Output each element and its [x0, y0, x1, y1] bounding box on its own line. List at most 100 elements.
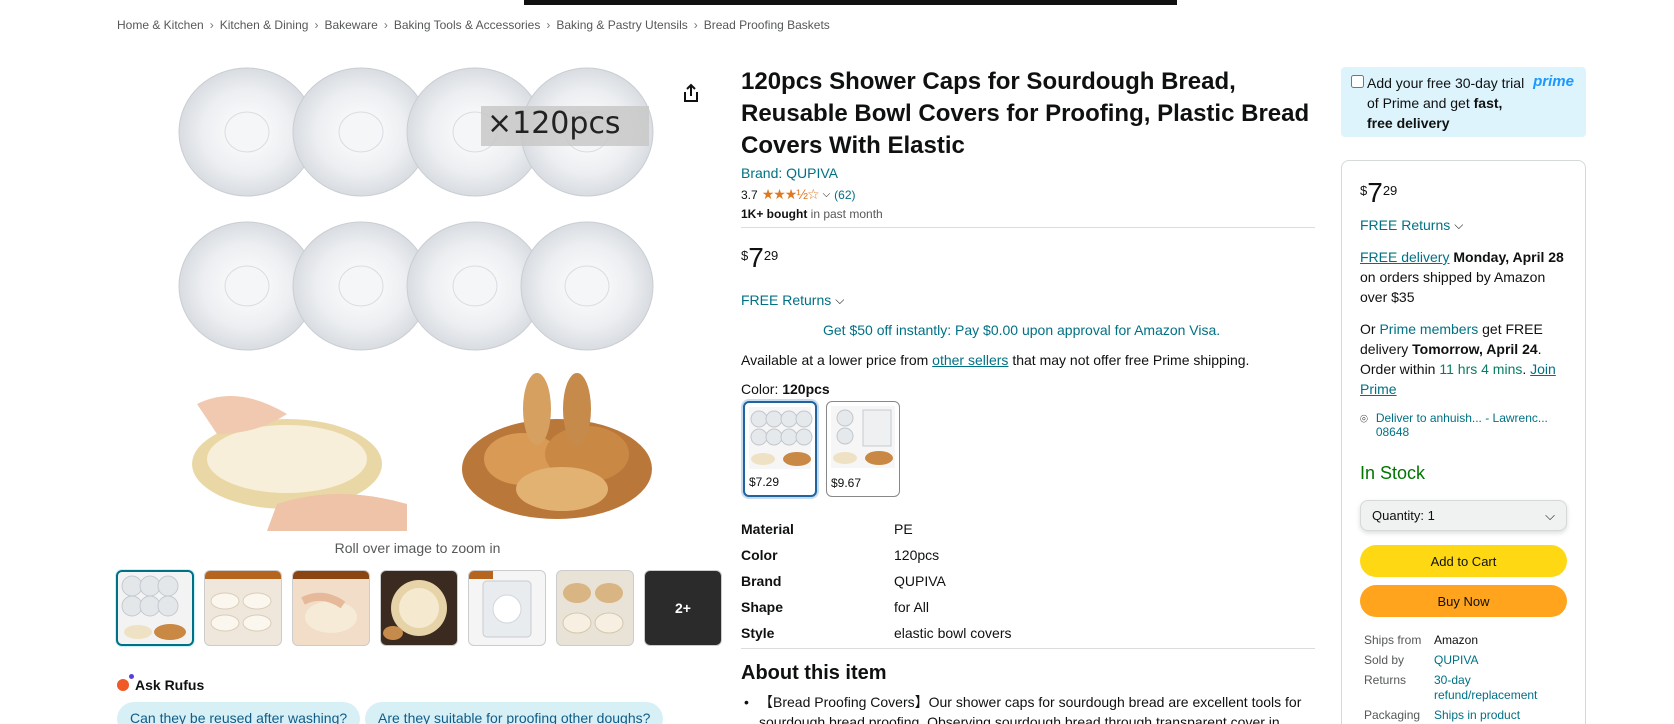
price-whole: 7 — [1367, 177, 1383, 208]
rating-value: 3.7 — [741, 187, 758, 202]
add-to-cart-button[interactable]: Add to Cart — [1360, 545, 1567, 577]
prime-members-link[interactable]: Prime members — [1379, 321, 1478, 337]
spec-row: Brand QUPIVA — [741, 568, 1012, 594]
prime-trial-checkbox[interactable] — [1351, 75, 1364, 88]
breadcrumb-separator: › — [693, 18, 698, 32]
color-swatch-alt[interactable]: $9.67 — [826, 401, 900, 497]
share-icon[interactable] — [680, 82, 702, 104]
seller-info-key: Sold by — [1364, 653, 1405, 667]
order-countdown: 11 hrs 4 mins — [1439, 361, 1523, 377]
free-returns-link[interactable]: FREE Returns ⌵ — [741, 292, 844, 308]
breadcrumb: Home & Kitchen › Kitchen & Dining › Bake… — [117, 18, 830, 32]
thumbnail[interactable] — [380, 570, 458, 646]
buybox-price: $ 7 29 — [1360, 179, 1397, 207]
breadcrumb-baking-tools[interactable]: Baking Tools & Accessories — [394, 18, 541, 32]
price-fraction: 29 — [1382, 183, 1398, 198]
rufus-icon — [117, 674, 134, 691]
spec-row: Style elastic bowl covers — [741, 620, 1012, 646]
ask-rufus[interactable]: Ask Rufus — [117, 674, 204, 693]
color-swatch-120pcs[interactable]: $7.29 — [743, 401, 817, 497]
other-sellers-link[interactable]: other sellers — [932, 352, 1008, 368]
breadcrumb-bakeware[interactable]: Bakeware — [324, 18, 377, 32]
free-delivery-link[interactable]: FREE delivery — [1360, 249, 1449, 265]
breadcrumb-separator: › — [546, 18, 551, 32]
location-pin-icon: ⌾ — [1360, 411, 1368, 426]
seller-info-table: Ships from Amazon Sold by QUPIVA Returns 30… — [1364, 633, 1554, 724]
quantity-badge: ×120pcs — [487, 106, 621, 141]
prime-trial-box: Add your free 30-day trial of Prime and … — [1341, 67, 1586, 137]
thumbnail-strip: 2+ — [116, 570, 722, 646]
breadcrumb-separator: › — [383, 18, 388, 32]
deliver-to-link[interactable]: ⌾ Deliver to anhuish... - Lawrenc... 086… — [1360, 411, 1575, 439]
swatch-image — [749, 407, 813, 469]
packaging-link[interactable]: Ships in product — [1434, 708, 1554, 723]
seller-link[interactable]: QUPIVA — [1434, 653, 1554, 668]
swatch-price: $9.67 — [831, 476, 862, 490]
prime-trial-text: Add your free 30-day trial of Prime and … — [1367, 73, 1527, 133]
bought-bold: 1K+ bought — [741, 207, 808, 221]
spec-value: PE — [894, 521, 913, 537]
chevron-down-icon: ⌵ — [1454, 217, 1464, 232]
divider — [741, 648, 1315, 649]
spec-key: Color — [741, 547, 778, 563]
breadcrumb-proofing-baskets[interactable]: Bread Proofing Baskets — [704, 18, 830, 32]
product-specs: Material PE Color 120pcs Brand QUPIVA Shape… — [741, 516, 1012, 646]
lower-price-notice: Available at a lower price from other se… — [741, 352, 1249, 368]
bought-rest: in past month — [807, 207, 883, 221]
thumbnail[interactable] — [204, 570, 282, 646]
breadcrumb-home-kitchen[interactable]: Home & Kitchen — [117, 18, 204, 32]
stock-status: In Stock — [1360, 463, 1426, 483]
seller-info-key: Returns — [1364, 673, 1407, 687]
rufus-question-reuse[interactable]: Can they be reused after washing? — [117, 702, 361, 724]
about-bullet: 【Bread Proofing Covers】Our shower caps f… — [741, 692, 1316, 724]
visa-offer-link[interactable]: Get $50 off instantly: Pay $0.00 upon ap… — [823, 322, 1220, 338]
returns-policy-link[interactable]: 30-day refund/replacement — [1434, 673, 1554, 703]
lower-price-before: Available at a lower price from — [741, 352, 933, 368]
buybox-free-returns[interactable]: FREE Returns ⌵ — [1360, 217, 1463, 233]
quantity-select[interactable]: Quantity: 1 ⌵ — [1360, 500, 1567, 531]
thumbnail[interactable] — [292, 570, 370, 646]
breadcrumb-pastry-utensils[interactable]: Baking & Pastry Utensils — [556, 18, 687, 32]
breadcrumb-separator: › — [314, 18, 319, 32]
spec-row: Shape for All — [741, 594, 1012, 620]
star-rating-icon[interactable]: ★★★½☆ — [762, 186, 820, 203]
price-symbol: $ — [741, 248, 749, 263]
thumbnail[interactable] — [556, 570, 634, 646]
thumbnail[interactable] — [116, 570, 194, 646]
fast-or: Or — [1360, 321, 1380, 337]
chevron-down-icon[interactable]: ⌵ — [823, 189, 831, 200]
zoom-hint: Roll over image to zoom in — [334, 540, 501, 556]
more-images-label: 2+ — [675, 600, 691, 616]
about-heading: About this item — [741, 662, 887, 684]
thumbnail[interactable] — [468, 570, 546, 646]
spec-key: Shape — [741, 599, 784, 615]
spec-value: elastic bowl covers — [894, 625, 1012, 641]
color-label-key: Color: — [741, 381, 783, 397]
rufus-question-other-doughs[interactable]: Are they suitable for proofing other dou… — [365, 702, 664, 724]
free-returns-label: FREE Returns — [1360, 217, 1451, 233]
swatch-image — [831, 406, 895, 468]
spec-key: Style — [741, 625, 775, 641]
brand-link[interactable]: Brand: QUPIVA — [741, 165, 838, 181]
spec-value: for All — [894, 599, 930, 615]
breadcrumb-kitchen-dining[interactable]: Kitchen & Dining — [220, 18, 309, 32]
product-price: $ 7 29 — [741, 244, 778, 272]
rating-summary: 3.7 ★★★½☆ ⌵ (62) — [741, 186, 856, 203]
chevron-down-icon: ⌵ — [835, 292, 845, 307]
delivery-info: FREE delivery Monday, April 28 on orders… — [1360, 247, 1575, 307]
lower-price-after: that may not offer free Prime shipping. — [1008, 352, 1250, 368]
main-product-image[interactable]: ×120pcs — [177, 64, 657, 531]
seller-info-row: Sold by QUPIVA — [1364, 653, 1554, 668]
rating-count-link[interactable]: (62) — [834, 188, 855, 202]
breadcrumb-separator: › — [209, 18, 214, 32]
color-label: Color: 120pcs — [741, 381, 830, 397]
seller-info-key: Packaging — [1364, 708, 1421, 722]
buy-now-button[interactable]: Buy Now — [1360, 585, 1567, 617]
top-banner-ad[interactable] — [524, 0, 1177, 5]
thumbnail-more[interactable]: 2+ — [644, 570, 722, 646]
swatch-price: $7.29 — [749, 475, 780, 489]
prime-logo: prime — [1533, 73, 1574, 90]
delivery-rest: on orders shipped by Amazon over $35 — [1360, 269, 1546, 305]
chevron-down-icon: ⌵ — [1545, 508, 1555, 523]
spec-row: Color 120pcs — [741, 542, 1012, 568]
